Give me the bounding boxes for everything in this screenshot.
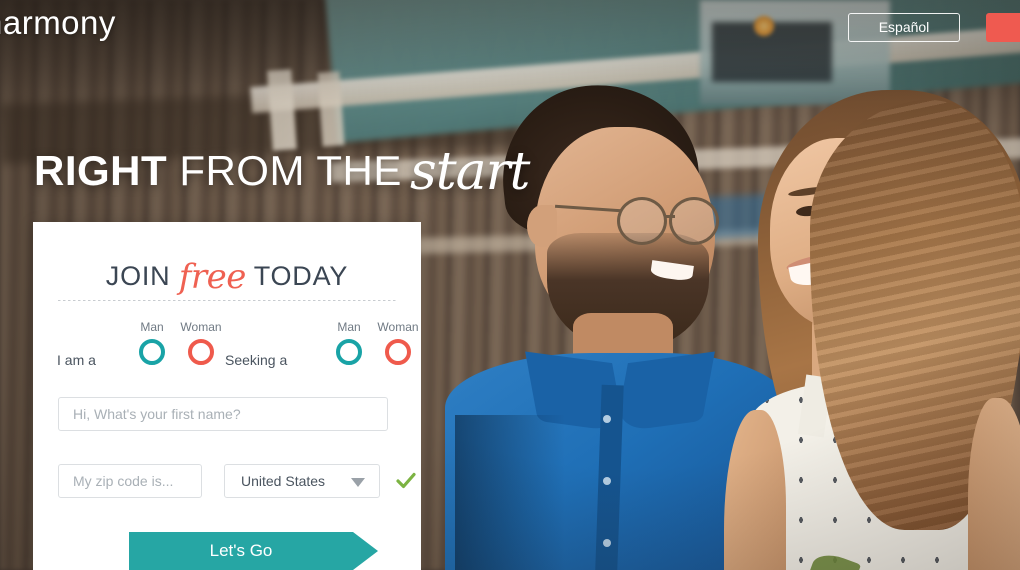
seeking-a-woman-option[interactable]: Woman	[370, 320, 426, 370]
glasses-bridge	[665, 215, 675, 218]
language-button[interactable]: Español	[848, 13, 960, 42]
eharmony-logo[interactable]: harmony	[0, 4, 116, 42]
glasses-lens-right	[669, 197, 719, 245]
shirt-button	[603, 415, 611, 423]
shirt-button	[603, 539, 611, 547]
glasses-lens-left	[617, 197, 667, 245]
woman-arm-right	[968, 398, 1020, 570]
lets-go-arrow-icon	[353, 532, 378, 570]
seeking-a-label: Seeking a	[225, 352, 288, 368]
hero-headline: RIGHT FROM THE start	[34, 138, 533, 202]
country-select[interactable]: United States	[224, 464, 380, 498]
signup-card: JOIN free TODAY I am a Man Woman Seeking…	[33, 222, 421, 570]
radio-i-am-woman[interactable]	[188, 339, 214, 365]
headline-light-part: FROM THE	[167, 147, 415, 194]
lets-go-button[interactable]: Let's Go	[129, 532, 381, 570]
title-today-text: TODAY	[245, 261, 349, 291]
headline-script-part: start	[410, 142, 530, 202]
zip-code-input[interactable]	[58, 464, 202, 498]
lets-go-button-label: Let's Go	[209, 541, 273, 560]
seeking-a-man-option[interactable]: Man	[321, 320, 377, 370]
card-divider	[58, 300, 398, 301]
option-label-woman: Woman	[180, 320, 222, 334]
option-label-man: Man	[140, 320, 164, 334]
login-button[interactable]: Log In	[986, 13, 1020, 42]
gender-selection-row: I am a Man Woman Seeking a Man Woman	[33, 320, 421, 380]
option-label-woman: Woman	[377, 320, 419, 334]
country-selected-value: United States	[241, 473, 326, 489]
check-icon	[396, 472, 416, 489]
woman-figure	[724, 80, 1020, 570]
i-am-a-woman-option[interactable]: Woman	[173, 320, 229, 370]
option-label-man: Man	[337, 320, 361, 334]
radio-seeking-woman[interactable]	[385, 339, 411, 365]
i-am-a-man-option[interactable]: Man	[124, 320, 180, 370]
signup-card-title: JOIN free TODAY	[33, 254, 421, 297]
radio-i-am-man[interactable]	[139, 339, 165, 365]
man-shadow	[455, 415, 565, 570]
shirt-button	[603, 477, 611, 485]
first-name-input[interactable]	[58, 397, 388, 431]
title-join-text: JOIN	[105, 261, 179, 291]
site-header: harmony Español Log In	[0, 0, 1020, 54]
i-am-a-label: I am a	[57, 352, 96, 368]
chevron-down-icon	[351, 478, 365, 487]
landing-page: harmony Español Log In RIGHT FROM THE st…	[0, 0, 1020, 570]
radio-seeking-man[interactable]	[336, 339, 362, 365]
headline-bold-part: RIGHT	[34, 147, 168, 194]
title-free-text: free	[178, 257, 247, 297]
